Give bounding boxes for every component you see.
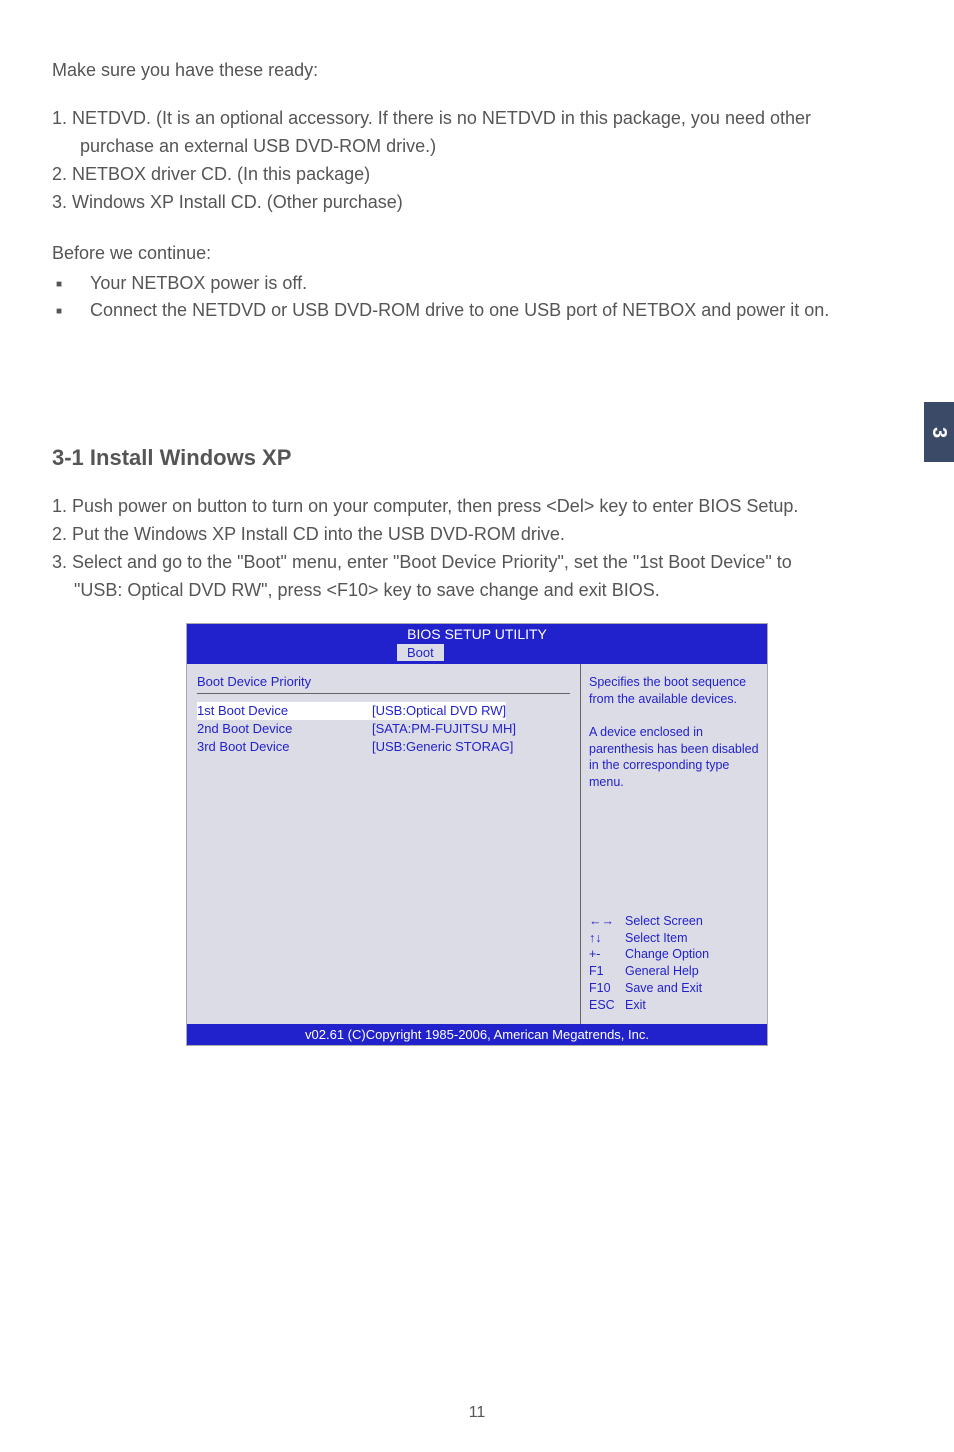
bios-left-pane: Boot Device Priority 1st Boot Device [US… [187,664,581,1024]
step-3-line2: "USB: Optical DVD RW", press <F10> key t… [52,577,902,605]
bullet-1: Your NETBOX power is off. [90,270,307,298]
bios-screenshot: BIOS SETUP UTILITY Boot Boot Device Prio… [186,623,768,1046]
bios-device-row-1: 1st Boot Device [USB:Optical DVD RW] [197,702,570,720]
bios-device-value: [USB:Generic STORAG] [372,738,513,756]
bios-device-value: [SATA:PM-FUJITSU MH] [372,720,516,738]
step-1: 1. Push power on button to turn on your … [52,493,902,521]
bios-footer: v02.61 (C)Copyright 1985-2006, American … [187,1024,767,1045]
step-2: 2. Put the Windows XP Install CD into th… [52,521,902,549]
bios-device-value: [USB:Optical DVD RW] [372,702,506,720]
step-3-line1: 3. Select and go to the "Boot" menu, ent… [52,549,902,577]
bios-tab-row: Boot [187,644,767,664]
side-chapter-number: 3 [928,426,951,437]
side-chapter-tab: 3 [924,402,954,462]
bullet-2: Connect the NETDVD or USB DVD-ROM drive … [90,297,829,325]
bios-help-text-2: A device enclosed in parenthesis has bee… [589,724,759,792]
bios-key: F1 [589,963,625,980]
bios-key-desc: Exit [625,997,646,1014]
bios-help-text-1: Specifies the boot sequence from the ava… [589,674,759,708]
bios-active-tab: Boot [397,644,444,661]
section-heading: 3-1 Install Windows XP [52,445,902,471]
bios-key: ↑↓ [589,930,625,947]
before-bullets: Your NETBOX power is off. Connect the NE… [52,270,902,326]
bullet-icon [52,297,90,325]
ready-item-1-line2: purchase an external USB DVD-ROM drive.) [52,133,902,161]
bios-device-label: 2nd Boot Device [197,720,372,738]
before-heading: Before we continue: [52,243,902,264]
install-steps: 1. Push power on button to turn on your … [52,493,902,605]
bios-title: BIOS SETUP UTILITY [187,624,767,644]
bios-key: F10 [589,980,625,997]
page-number: 11 [0,1404,954,1422]
bios-device-label: 3rd Boot Device [197,738,372,756]
bios-key: ←→ [589,913,625,930]
bios-key: ESC [589,997,625,1014]
bullet-icon [52,270,90,298]
bios-device-row-3: 3rd Boot Device [USB:Generic STORAG] [197,738,570,756]
bios-key-desc: Save and Exit [625,980,702,997]
bios-key-desc: Select Screen [625,913,703,930]
ready-item-3: 3. Windows XP Install CD. (Other purchas… [52,189,902,217]
bios-key-desc: General Help [625,963,699,980]
ready-list: 1. NETDVD. (It is an optional accessory.… [52,105,902,217]
bios-left-header: Boot Device Priority [197,674,570,694]
bios-help-pane: Specifies the boot sequence from the ava… [581,664,767,1024]
ready-item-2: 2. NETBOX driver CD. (In this package) [52,161,902,189]
bios-key-desc: Change Option [625,946,709,963]
bios-device-row-2: 2nd Boot Device [SATA:PM-FUJITSU MH] [197,720,570,738]
bios-key: +- [589,946,625,963]
bios-key-desc: Select Item [625,930,688,947]
bios-key-list: ←→Select Screen ↑↓Select Item +-Change O… [589,913,759,1014]
ready-item-1-line1: 1. NETDVD. (It is an optional accessory.… [52,105,902,133]
intro-text: Make sure you have these ready: [52,60,902,81]
bios-device-label: 1st Boot Device [197,702,372,720]
